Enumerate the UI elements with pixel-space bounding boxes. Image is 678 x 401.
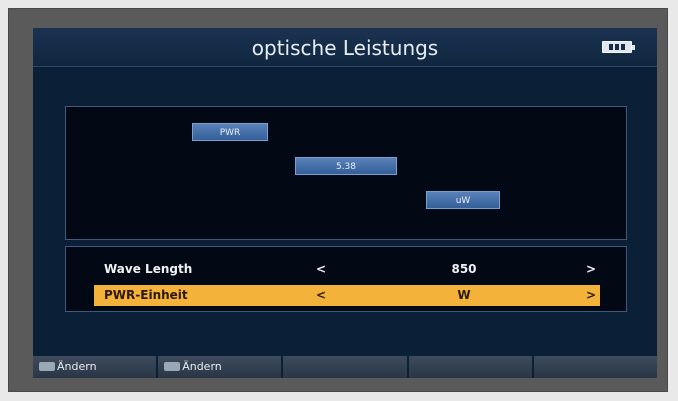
unit-chip: uW	[426, 191, 500, 209]
setting-row-pwr-einheit[interactable]: PWR-Einheit < W >	[94, 285, 600, 306]
softkey-label: Ändern	[57, 360, 97, 373]
button-icon	[39, 361, 55, 371]
setting-label: PWR-Einheit	[104, 288, 188, 302]
setting-value: W	[457, 288, 471, 302]
title-bar: optische Leistungs	[33, 28, 657, 67]
softkey-1[interactable]: Ändern	[33, 356, 157, 378]
chevron-right-icon[interactable]: >	[586, 259, 596, 280]
value-chip: 5.38	[295, 157, 397, 175]
softkey-bar: Ändern Ändern	[33, 356, 657, 378]
button-icon	[164, 361, 181, 371]
softkey-2[interactable]: Ändern	[158, 356, 282, 378]
setting-value: 850	[451, 262, 477, 276]
softkey-3[interactable]	[283, 356, 407, 378]
softkey-5[interactable]	[533, 356, 657, 378]
measurement-display: PWR 5.38 uW	[65, 106, 627, 240]
chevron-left-icon[interactable]: <	[316, 285, 326, 306]
device-screen: optische Leistungs PWR 5.38 uW Wave Leng…	[33, 28, 657, 378]
setting-row-wave-length[interactable]: Wave Length < 850 >	[94, 259, 600, 280]
pwr-chip: PWR	[192, 123, 268, 141]
softkey-label: Ändern	[182, 360, 222, 373]
battery-icon	[602, 41, 635, 53]
softkey-4[interactable]	[408, 356, 532, 378]
setting-label: Wave Length	[104, 262, 193, 276]
chevron-right-icon[interactable]: >	[586, 285, 596, 306]
settings-panel: Wave Length < 850 > PWR-Einheit < W >	[65, 246, 627, 312]
chevron-left-icon[interactable]: <	[316, 259, 326, 280]
page-title: optische Leistungs	[251, 36, 439, 60]
